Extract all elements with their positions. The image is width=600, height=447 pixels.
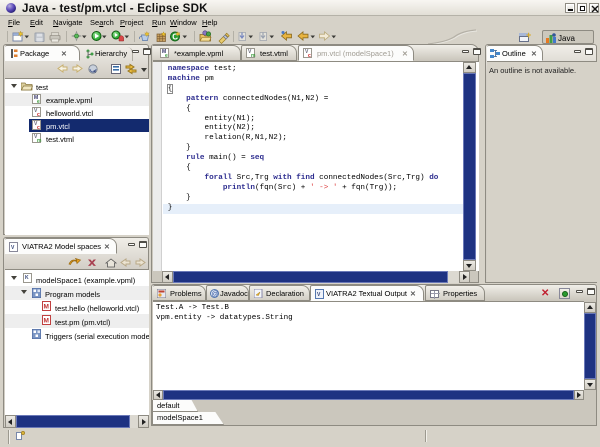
svg-text:M: M — [44, 318, 49, 325]
svg-text:@: @ — [212, 291, 219, 298]
svg-text:M: M — [44, 304, 49, 311]
